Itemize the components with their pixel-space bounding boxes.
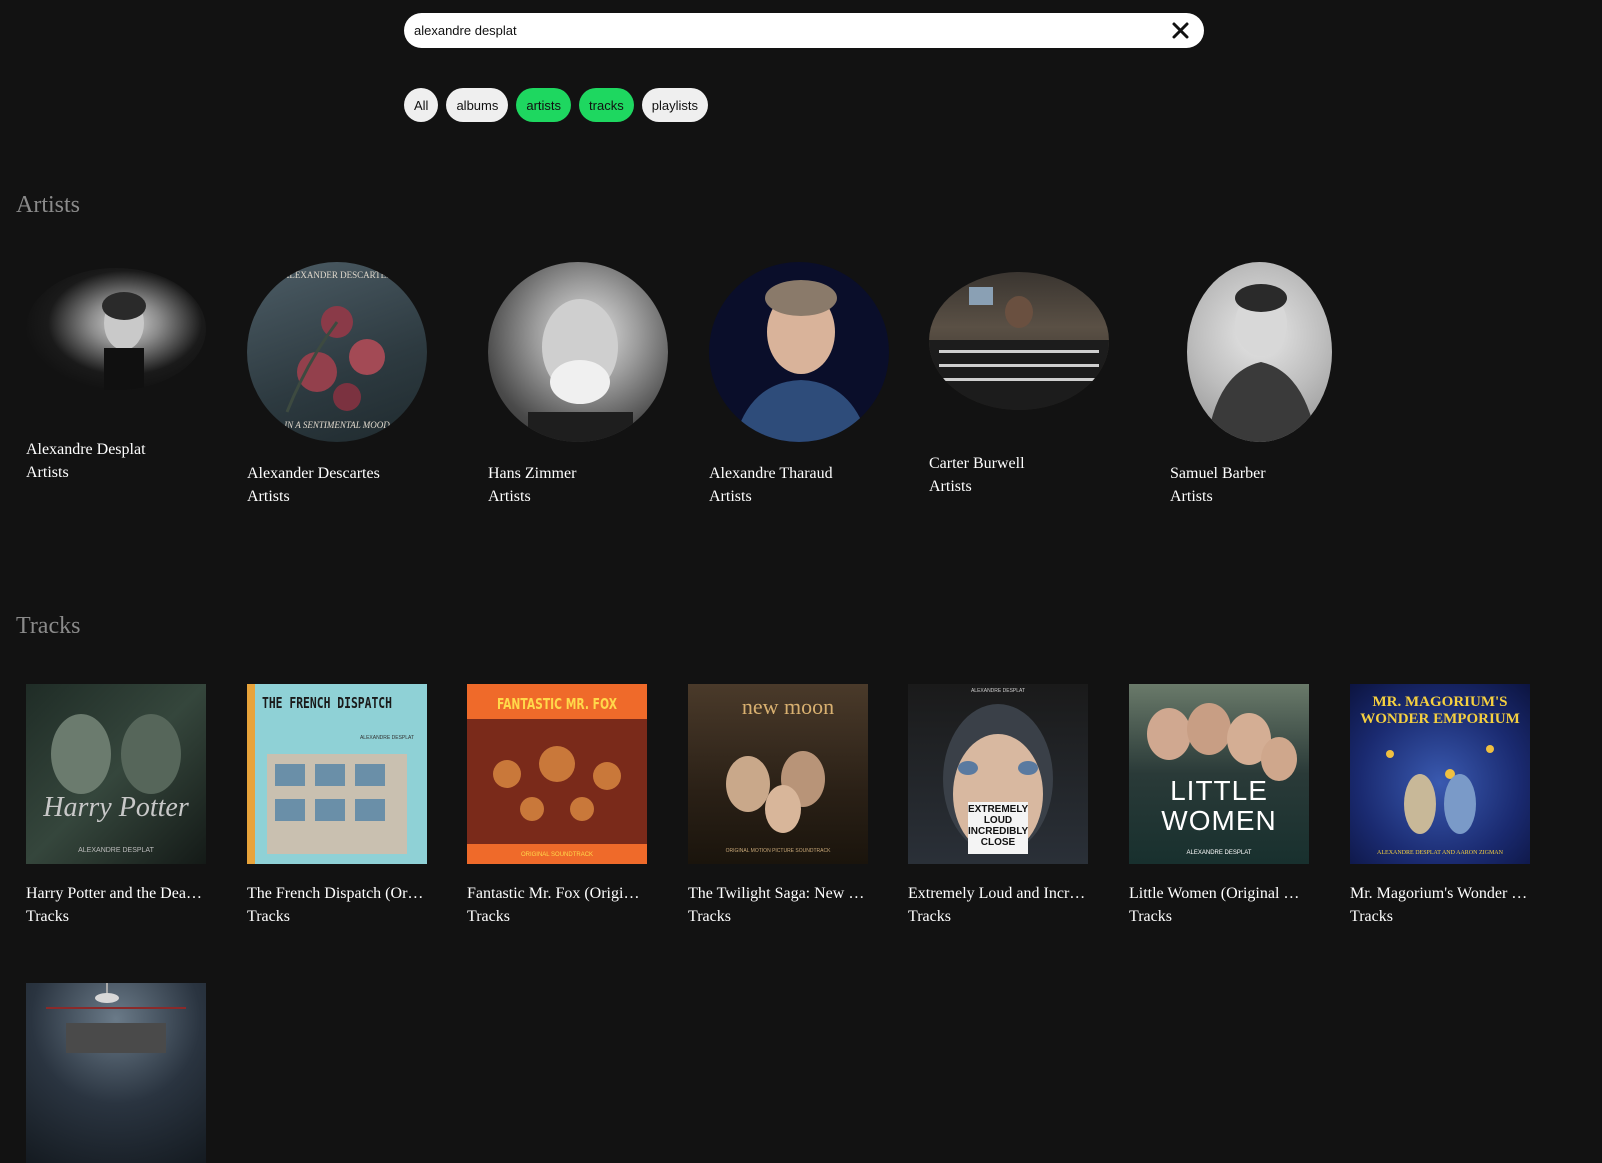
svg-text:ALEXANDRE DESPLAT: ALEXANDRE DESPLAT bbox=[971, 688, 1025, 694]
filter-chips: All albums artists tracks playlists bbox=[404, 88, 708, 122]
track-name: Little Women (Original Motion Picture So… bbox=[1129, 885, 1309, 902]
track-cover: MR. MAGORIUM'S WONDER EMPORIUM ALEXANDRE… bbox=[1350, 684, 1530, 864]
track-name: The French Dispatch (Original Soundtrack… bbox=[247, 885, 427, 902]
track-name: Harry Potter and the Deathly Hallows bbox=[26, 885, 206, 902]
track-type: Tracks bbox=[688, 908, 731, 925]
artists-section-title: Artists bbox=[16, 192, 81, 218]
artist-type: Artists bbox=[929, 478, 972, 495]
track-type: Tracks bbox=[1129, 908, 1172, 925]
artist-image bbox=[709, 262, 889, 442]
svg-text:ALEXANDRE DESPLAT: ALEXANDRE DESPLAT bbox=[1187, 850, 1252, 856]
artist-name: Alexandre Desplat bbox=[26, 441, 146, 458]
artist-type: Artists bbox=[1170, 488, 1213, 505]
track-type: Tracks bbox=[26, 908, 69, 925]
svg-text:new moon: new moon bbox=[742, 694, 834, 719]
track-type: Tracks bbox=[247, 908, 290, 925]
svg-text:IN A SENTIMENTAL MOOD: IN A SENTIMENTAL MOOD bbox=[283, 420, 390, 430]
artist-name: Alexandre Tharaud bbox=[709, 465, 833, 482]
svg-text:Harry Potter: Harry Potter bbox=[42, 792, 189, 823]
svg-text:ALEXANDRE DESPLAT AND AARON ZI: ALEXANDRE DESPLAT AND AARON ZIGMAN bbox=[1377, 850, 1504, 856]
svg-text:ORIGINAL MOTION PICTURE SOUNDT: ORIGINAL MOTION PICTURE SOUNDTRACK bbox=[726, 848, 831, 854]
svg-text:ALEXANDRE DESPLAT: ALEXANDRE DESPLAT bbox=[360, 735, 414, 741]
artist-name: Samuel Barber bbox=[1170, 465, 1266, 482]
track-cover: Harry Potter ALEXANDRE DESPLAT bbox=[26, 684, 206, 864]
artist-image bbox=[1187, 262, 1332, 442]
track-cover: new moon ORIGINAL MOTION PICTURE SOUNDTR… bbox=[688, 684, 868, 864]
filter-chip-artists[interactable]: artists bbox=[516, 88, 572, 122]
close-icon[interactable] bbox=[1171, 21, 1190, 40]
track-cover: EXTREMELY LOUD INCREDIBLY CLOSE ALEXANDR… bbox=[908, 684, 1088, 864]
track-cover bbox=[26, 983, 206, 1163]
artist-type: Artists bbox=[247, 488, 290, 505]
track-name: Mr. Magorium's Wonder Emporium bbox=[1350, 885, 1530, 902]
track-name: Extremely Loud and Incredibly Close bbox=[908, 885, 1088, 902]
track-name: Fantastic Mr. Fox (Original Soundtrack) bbox=[467, 885, 647, 902]
track-type: Tracks bbox=[908, 908, 951, 925]
track-cover: FANTASTIC MR. FOX ORIGINAL SOUNDTRACK bbox=[467, 684, 647, 864]
track-type: Tracks bbox=[467, 908, 510, 925]
artist-type: Artists bbox=[709, 488, 752, 505]
filter-chip-albums[interactable]: albums bbox=[446, 88, 509, 122]
artist-image bbox=[26, 268, 206, 390]
search-bar bbox=[404, 13, 1204, 48]
svg-text:ALEXANDER DESCARTES: ALEXANDER DESCARTES bbox=[283, 270, 391, 280]
track-type: Tracks bbox=[1350, 908, 1393, 925]
svg-text:ORIGINAL SOUNDTRACK: ORIGINAL SOUNDTRACK bbox=[521, 852, 593, 858]
artist-image bbox=[488, 262, 668, 442]
svg-text:FANTASTIC MR. FOX: FANTASTIC MR. FOX bbox=[497, 695, 617, 713]
filter-chip-tracks[interactable]: tracks bbox=[579, 88, 634, 122]
artist-image: ALEXANDER DESCARTES IN A SENTIMENTAL MOO… bbox=[247, 262, 427, 442]
svg-text:ALEXANDRE DESPLAT: ALEXANDRE DESPLAT bbox=[78, 847, 154, 854]
track-name: The Twilight Saga: New Moon bbox=[688, 885, 868, 902]
track-cover: THE FRENCH DISPATCH ALEXANDRE DESPLAT bbox=[247, 684, 427, 864]
filter-chip-all[interactable]: All bbox=[404, 88, 439, 122]
artist-type: Artists bbox=[488, 488, 531, 505]
artist-image bbox=[929, 272, 1109, 410]
artist-name: Hans Zimmer bbox=[488, 465, 577, 482]
tracks-section-title: Tracks bbox=[16, 613, 81, 639]
search-input[interactable] bbox=[414, 13, 1134, 48]
svg-text:THE FRENCH DISPATCH: THE FRENCH DISPATCH bbox=[262, 694, 392, 712]
artist-name: Carter Burwell bbox=[929, 455, 1025, 472]
artist-name: Alexander Descartes bbox=[247, 465, 380, 482]
artist-type: Artists bbox=[26, 464, 69, 481]
filter-chip-playlists[interactable]: playlists bbox=[641, 88, 708, 122]
track-cover: LITTLE WOMEN ALEXANDRE DESPLAT bbox=[1129, 684, 1309, 864]
